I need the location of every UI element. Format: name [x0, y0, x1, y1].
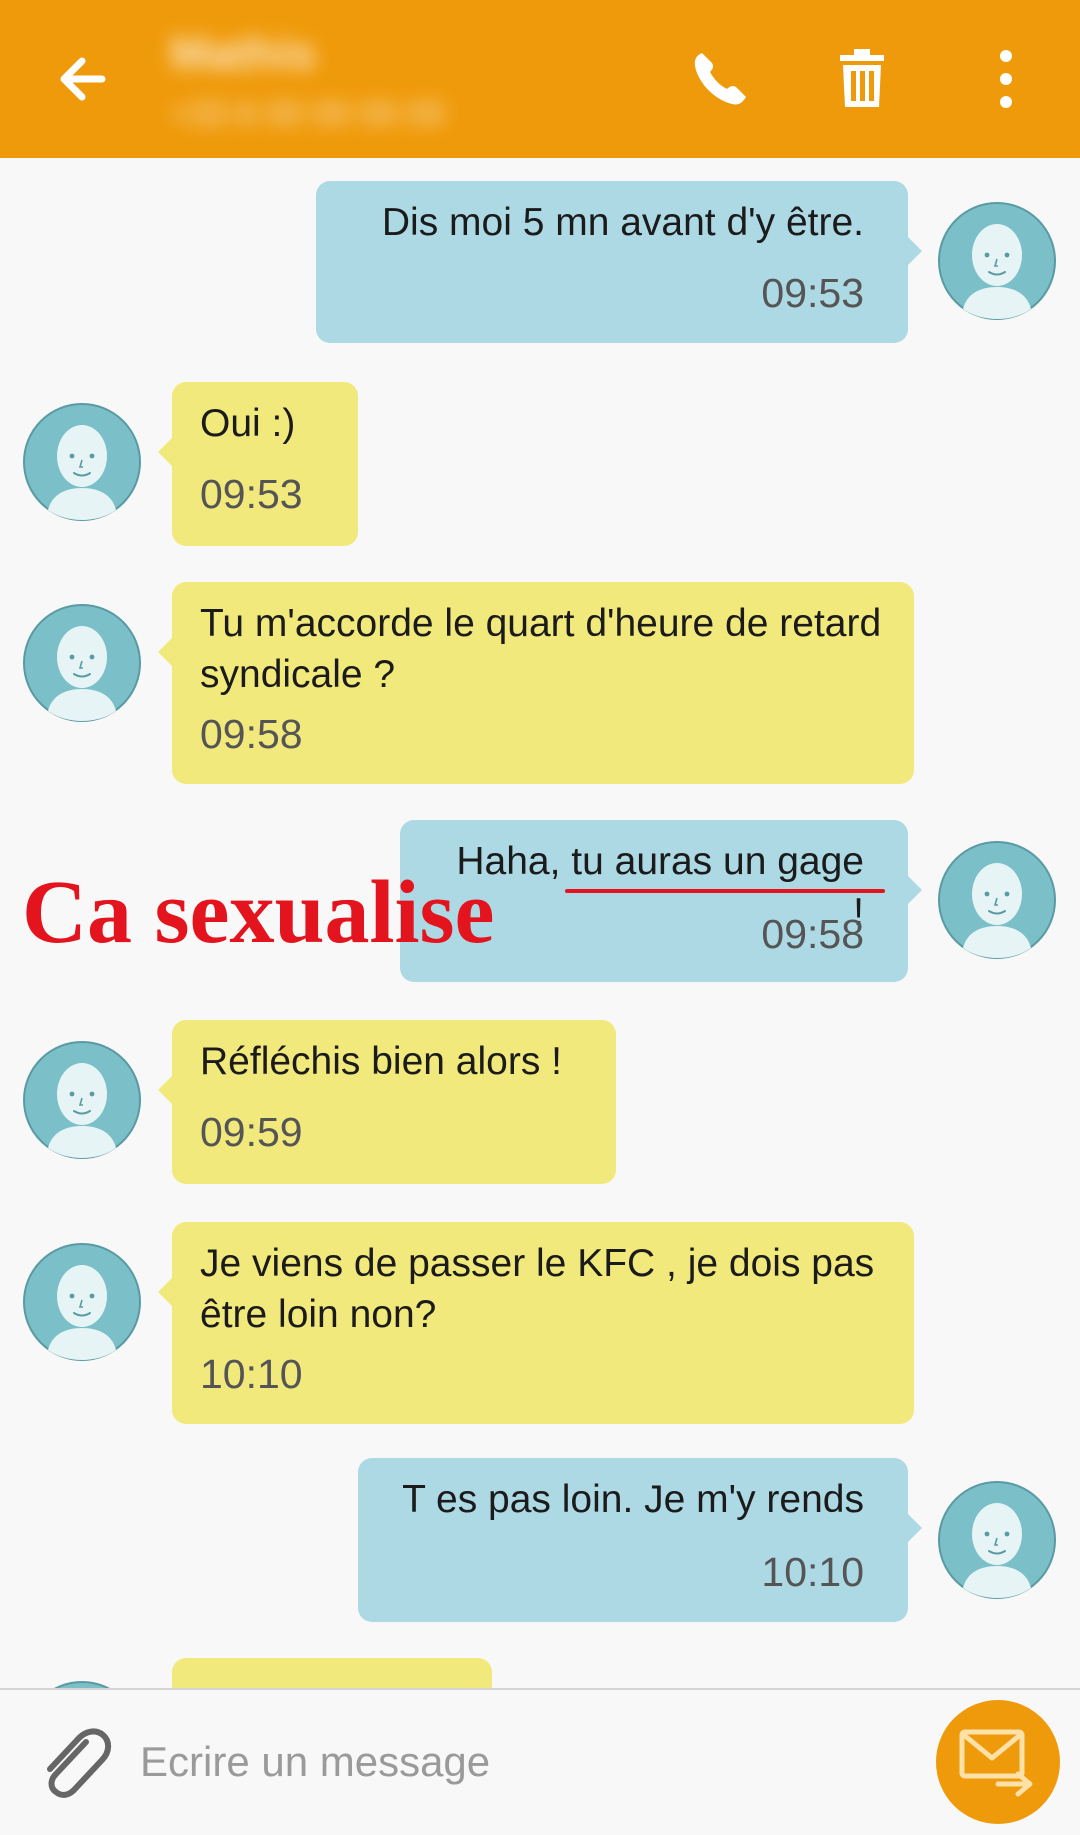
message-time: 09:59 — [200, 1109, 303, 1155]
avatar[interactable] — [22, 603, 142, 723]
avatar[interactable] — [937, 201, 1057, 321]
annotation-underline — [565, 889, 885, 893]
contact-number: +33 6 00 00 00 00 — [170, 95, 446, 133]
contact-avatar-icon — [938, 1481, 1056, 1599]
message-bubble-incoming[interactable]: Oui :) 09:53 — [158, 382, 358, 546]
contact-avatar-icon — [23, 403, 141, 521]
message-text: Dis moi 5 mn avant d'y être. — [381, 201, 864, 244]
avatar[interactable] — [937, 1480, 1057, 1600]
message-text: Réfléchis bien alors ! — [200, 1040, 563, 1083]
message-time: 09:53 — [761, 270, 864, 316]
message-bubble-incoming-partial[interactable] — [172, 1658, 492, 1688]
trash-icon — [840, 49, 884, 107]
message-input[interactable] — [136, 1720, 924, 1804]
send-message-icon — [959, 1729, 1033, 1797]
send-button[interactable] — [936, 1700, 1060, 1824]
more-vertical-icon — [1000, 50, 1012, 108]
contact-avatar-icon — [23, 1041, 141, 1159]
attach-button[interactable] — [22, 1712, 126, 1816]
message-bubble-incoming[interactable]: Réfléchis bien alors ! 09:59 — [158, 1020, 616, 1184]
contact-header[interactable]: Mathis +33 6 00 00 00 00 — [162, 12, 474, 142]
annotation-caption: Ca sexualise — [22, 863, 495, 962]
message-time: 09:58 — [761, 911, 864, 957]
arrow-left-icon — [60, 57, 106, 101]
contact-avatar-icon — [23, 1243, 141, 1361]
contact-avatar-icon — [938, 202, 1056, 320]
app-bar: Mathis +33 6 00 00 00 00 — [0, 0, 1080, 158]
message-bubble-incoming[interactable]: Je viens de passer le KFC , je dois pas … — [158, 1222, 914, 1424]
message-text: Oui :) — [200, 402, 296, 445]
message-time: 10:10 — [761, 1549, 864, 1595]
avatar[interactable] — [22, 1040, 142, 1160]
message-text: Tu m'accorde le quart d'heure de retard … — [200, 602, 882, 696]
phone-icon — [694, 53, 746, 105]
message-bubble-outgoing[interactable]: Dis moi 5 mn avant d'y être. 09:53 — [316, 181, 922, 343]
message-bubble-incoming[interactable]: Tu m'accorde le quart d'heure de retard … — [158, 582, 914, 784]
contact-avatar-icon — [938, 841, 1056, 959]
avatar[interactable] — [22, 1680, 142, 1688]
contact-avatar-icon — [23, 604, 141, 722]
message-time: 09:53 — [200, 471, 303, 517]
message-text: T es pas loin. Je m'y rends — [402, 1478, 864, 1521]
call-button[interactable] — [670, 29, 770, 129]
contact-name: Mathis — [170, 27, 316, 79]
contact-avatar-icon — [54, 1681, 110, 1688]
paperclip-icon — [47, 1728, 112, 1798]
message-text: Je viens de passer le KFC , je dois pas … — [200, 1242, 875, 1336]
message-bubble-outgoing[interactable]: T es pas loin. Je m'y rends 10:10 — [358, 1458, 922, 1622]
avatar[interactable] — [22, 1242, 142, 1362]
delete-button[interactable] — [812, 29, 912, 129]
message-time: 10:10 — [200, 1351, 303, 1397]
more-options-button[interactable] — [956, 29, 1056, 129]
avatar[interactable] — [937, 840, 1057, 960]
message-composer — [0, 1688, 1080, 1835]
message-time: 09:58 — [200, 711, 303, 757]
back-button[interactable] — [34, 29, 134, 129]
avatar[interactable] — [22, 402, 142, 522]
